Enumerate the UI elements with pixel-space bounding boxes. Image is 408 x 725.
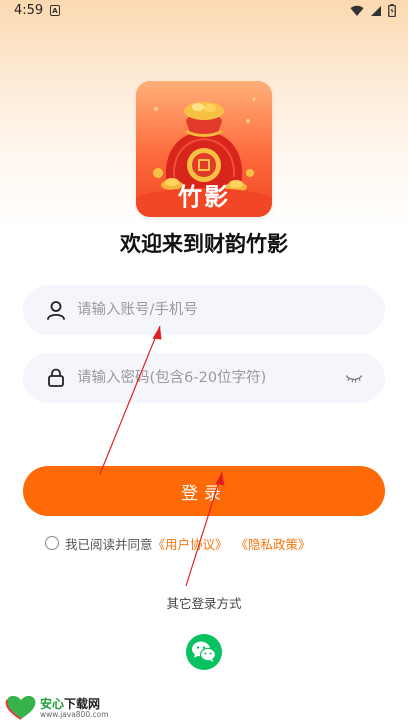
notification-icon: A — [50, 5, 60, 16]
signal-icon — [371, 5, 381, 16]
app-logo: 竹影 — [136, 81, 272, 217]
watermark-heart-icon — [5, 695, 36, 720]
user-agreement-link[interactable]: 《用户协议》 — [153, 534, 228, 553]
login-button[interactable]: 登录 — [23, 466, 385, 516]
battery-icon — [388, 4, 396, 17]
password-input[interactable] — [77, 353, 347, 403]
lock-icon — [48, 368, 64, 387]
wechat-login-button[interactable] — [186, 634, 222, 670]
page-title: 欢迎来到财韵竹影 — [120, 232, 288, 256]
watermark-url: www.java800.com — [40, 710, 109, 719]
status-bar: 4:59 A — [0, 0, 408, 24]
password-field[interactable] — [23, 353, 385, 403]
agreement-checkbox[interactable] — [45, 536, 59, 550]
watermark: 安心下载网 www.java800.com — [4, 694, 114, 722]
login-button-label: 登录 — [181, 483, 227, 504]
logo-text: 竹影 — [178, 183, 230, 211]
wechat-icon — [192, 641, 217, 662]
other-login-label: 其它登录方式 — [166, 596, 242, 611]
watermark-title-green: 安心 — [40, 697, 65, 711]
eye-closed-icon[interactable] — [345, 371, 363, 385]
account-field[interactable] — [23, 285, 385, 335]
privacy-policy-link[interactable]: 《隐私政策》 — [236, 534, 311, 553]
agreement-prefix: 我已阅读并同意 — [65, 536, 153, 552]
agreement-row: 我已阅读并同意 《用户协议》 《隐私政策》 — [45, 534, 311, 552]
status-time: 4:59 — [14, 3, 44, 18]
wifi-icon — [350, 5, 364, 16]
status-icons — [350, 4, 396, 17]
user-icon — [47, 301, 65, 320]
watermark-title-dark: 下载网 — [64, 697, 101, 711]
account-input[interactable] — [77, 285, 347, 335]
